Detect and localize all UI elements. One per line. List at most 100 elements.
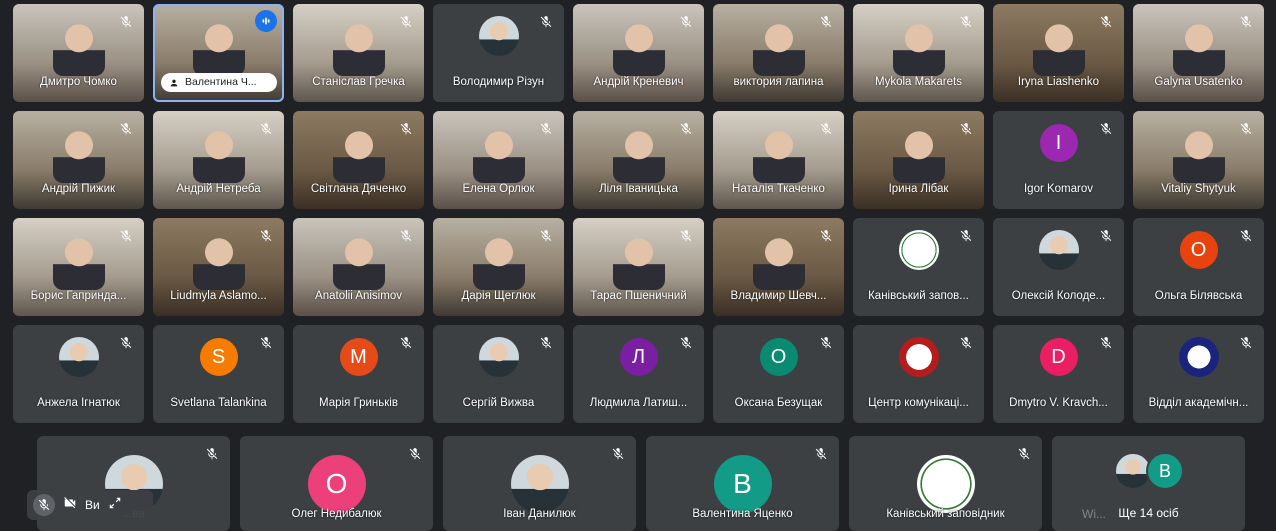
- participant-tile[interactable]: Анжела Ігнатюк: [13, 325, 144, 423]
- participant-tile[interactable]: Андрій Пижик: [13, 111, 144, 209]
- mic-off-icon: [1240, 337, 1252, 349]
- participant-tile[interactable]: М Марія Гриньків: [293, 325, 424, 423]
- participant-name: Валентина Яценко: [692, 508, 793, 520]
- participant-tile[interactable]: B Ще 14 осіб: [1052, 436, 1245, 531]
- participant-name: Світлана Дяченко: [310, 183, 407, 195]
- muted-icon: [396, 12, 416, 32]
- camera-off-button[interactable]: [63, 496, 77, 515]
- muted-icon: [1236, 12, 1256, 32]
- mic-off-icon: [820, 123, 832, 135]
- muted-icon: [956, 12, 976, 32]
- muted-icon: [396, 119, 416, 139]
- muted-icon: [1236, 119, 1256, 139]
- mic-off-icon: [206, 448, 218, 460]
- participant-name: Володимир Різун: [452, 76, 545, 88]
- participant-tile[interactable]: Сергій Вижва: [433, 325, 564, 423]
- muted-icon: [1236, 226, 1256, 246]
- mic-off-icon: [1240, 230, 1252, 242]
- participant-tile[interactable]: Vitaliy Shytyuk: [1133, 111, 1264, 209]
- participant-tile[interactable]: Galyna Usatenko: [1133, 4, 1264, 102]
- participant-name: Оксана Безущак: [734, 397, 823, 409]
- mic-off-icon: [680, 16, 692, 28]
- participant-tile[interactable]: Андрій Креневич: [573, 4, 704, 102]
- participant-tile[interactable]: О Оксана Безущак: [713, 325, 844, 423]
- avatar: О: [307, 455, 366, 513]
- participant-tile[interactable]: Тарас Пшеничний: [573, 218, 704, 316]
- muted-icon: [256, 226, 276, 246]
- muted-icon: [676, 12, 696, 32]
- participant-tile[interactable]: Станіслав Гречка: [293, 4, 424, 102]
- participant-tile[interactable]: Iryna Liashenko: [993, 4, 1124, 102]
- participant-tile[interactable]: Володимир Різун: [433, 4, 564, 102]
- participant-tile[interactable]: Канівський заповідник: [849, 436, 1042, 531]
- mic-off-icon: [960, 230, 972, 242]
- participant-video: [472, 232, 525, 290]
- participant-tile[interactable]: S Svetlana Talankina: [153, 325, 284, 423]
- mic-off-icon: [400, 337, 412, 349]
- participant-tile[interactable]: В Валентина Яценко: [646, 436, 839, 531]
- participant-video: [612, 18, 665, 76]
- participant-tile[interactable]: Елена Орлюк: [433, 111, 564, 209]
- mic-off-icon: [540, 337, 552, 349]
- participant-tile[interactable]: Ірина Лібак: [853, 111, 984, 209]
- participant-tile[interactable]: Андрій Нетреба: [153, 111, 284, 209]
- mic-off-icon: [260, 123, 272, 135]
- muted-icon: [816, 333, 836, 353]
- participant-tile[interactable]: I Igor Komarov: [993, 111, 1124, 209]
- participant-name: Владимир Шевч...: [730, 290, 827, 302]
- participant-tile[interactable]: Борис Гапринда...: [13, 218, 144, 316]
- participant-tile[interactable]: Центр комунікаці...: [853, 325, 984, 423]
- participant-video: [52, 125, 105, 183]
- muted-icon: [116, 12, 136, 32]
- mic-off-button[interactable]: [33, 494, 55, 516]
- muted-icon: [536, 333, 556, 353]
- participant-tile[interactable]: Іван Данилюк: [443, 436, 636, 531]
- participant-tile[interactable]: Anatolii Anisimov: [293, 218, 424, 316]
- participant-tile[interactable]: Валентина Ч...: [153, 4, 284, 102]
- participant-tile[interactable]: О Ольга Білявська: [1133, 218, 1264, 316]
- muted-icon: [816, 226, 836, 246]
- participant-name: Елена Орлюк: [462, 183, 535, 195]
- participant-tile[interactable]: Канівський запов...: [853, 218, 984, 316]
- participant-tile[interactable]: Відділ академічн...: [1133, 325, 1264, 423]
- participant-name: Центр комунікаці...: [868, 397, 969, 409]
- participant-tile[interactable]: Ліля Іваницька: [573, 111, 704, 209]
- participant-name: Олег Недибалюк: [291, 508, 382, 520]
- participant-tile[interactable]: виктория лапина: [713, 4, 844, 102]
- participant-tile[interactable]: Mykola Makarets: [853, 4, 984, 102]
- participant-tile[interactable]: Дмитро Чомко: [13, 4, 144, 102]
- mic-off-icon: [400, 123, 412, 135]
- muted-icon: [405, 444, 425, 464]
- avatar: В: [713, 455, 772, 513]
- mic-off-icon: [815, 448, 827, 460]
- mic-off-icon: [409, 448, 421, 460]
- mic-off-icon: [612, 448, 624, 460]
- mic-off-icon: [960, 337, 972, 349]
- participant-name: виктория лапина: [733, 76, 824, 88]
- mic-off-icon: [1100, 16, 1112, 28]
- participant-tile[interactable]: D Dmytro V. Kravch...: [993, 325, 1124, 423]
- camera-off-icon: [64, 496, 76, 508]
- participant-tile[interactable]: Л Людмила Латиш...: [573, 325, 704, 423]
- avatar: I: [1039, 124, 1078, 162]
- muted-icon: [608, 444, 628, 464]
- muted-icon: [396, 226, 416, 246]
- participant-tile[interactable]: Олексій Колоде...: [993, 218, 1124, 316]
- participant-video: [332, 125, 385, 183]
- participant-tile[interactable]: Дарія Щеглюк: [433, 218, 564, 316]
- participant-tile[interactable]: Наталія Ткаченко: [713, 111, 844, 209]
- logo: [898, 337, 939, 377]
- self-view-controls: Ви: [27, 490, 153, 520]
- mic-off-icon: [1240, 123, 1252, 135]
- expand-button[interactable]: [108, 496, 122, 515]
- participant-tile[interactable]: Владимир Шевч...: [713, 218, 844, 316]
- participant-tile[interactable]: Liudmyla Aslamo...: [153, 218, 284, 316]
- muted-icon: [116, 119, 136, 139]
- participant-tile[interactable]: Світлана Дяченко: [293, 111, 424, 209]
- participant-name: Mykola Makarets: [875, 76, 962, 88]
- participant-video: [752, 232, 805, 290]
- participant-tile[interactable]: О Олег Недибалюк: [240, 436, 433, 531]
- muted-icon: [1014, 444, 1034, 464]
- muted-icon: [956, 226, 976, 246]
- muted-icon: [1096, 12, 1116, 32]
